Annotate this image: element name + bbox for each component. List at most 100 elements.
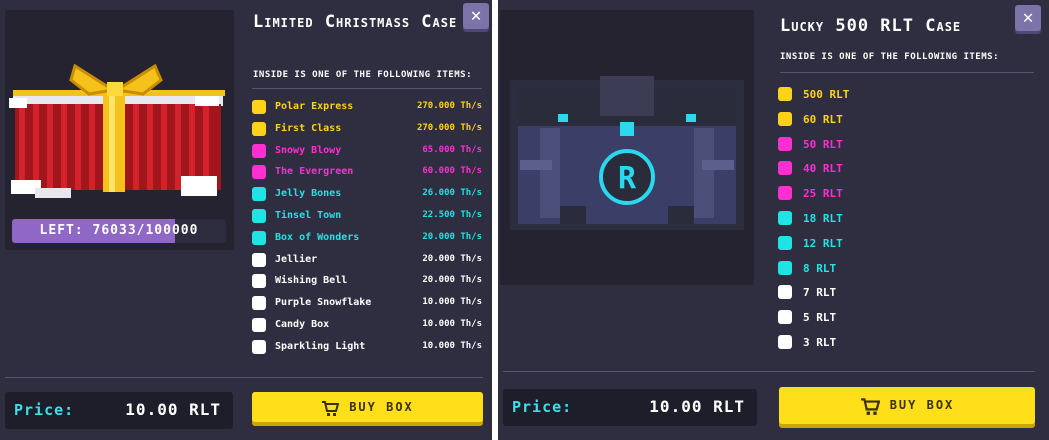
case-card-christmas: ✕ LEFT: 76033/100000 Limited Christmass … [0,0,492,440]
item-power: 270.000 Th/s [416,101,482,111]
rarity-color-swatch [778,87,792,101]
buy-box-button[interactable]: BUY BOX [779,387,1035,424]
list-item: Box of Wonders 20.000 Th/s [252,229,484,251]
divider [252,88,482,89]
rarity-color-swatch [252,252,266,267]
list-item: Snowy Blowy 65.000 Th/s [252,142,484,164]
gift-box-icon [9,63,225,198]
rarity-color-swatch [252,296,266,311]
rarity-color-swatch [778,285,792,300]
list-item: Polar Express 270.000 Th/s [252,98,484,120]
item-name: First Class [275,122,342,134]
rarity-color-swatch [778,334,792,349]
rarity-color-swatch [252,100,266,114]
list-item: Sparkling Light 10.000 Th/s [252,338,484,360]
price-label: Price: [512,398,573,416]
price-box: Price: 10.00 RLT [5,392,233,429]
list-item: 18 RLT [778,209,898,234]
rarity-color-swatch [778,186,792,201]
list-item: 60 RLT [778,110,898,135]
list-item: 5 RLT [778,308,898,333]
item-name: 25 RLT [803,187,843,201]
list-item: First Class 270.000 Th/s [252,120,484,142]
item-name: 7 RLT [803,286,837,300]
rarity-color-swatch [778,161,792,176]
stock-label: LEFT: 76033/100000 [39,223,199,238]
item-power: 10.000 Th/s [422,318,482,329]
case-subtitle: Inside is one of the following items: [780,52,999,62]
price-label: Price: [14,401,75,419]
item-name: 500 RLT [803,88,850,101]
list-item: 3 RLT [778,333,898,358]
item-power: 10.000 Th/s [422,297,482,308]
list-item: 8 RLT [778,259,898,284]
cart-icon [322,400,340,416]
cart-icon [860,397,880,415]
rarity-color-swatch [252,121,266,136]
item-name: 50 RLT [803,137,843,151]
case-subtitle: Inside is one of the following items: [253,70,472,80]
buy-box-label: BUY BOX [349,400,414,414]
item-name: 5 RLT [803,311,837,325]
list-item: 12 RLT [778,234,898,259]
divider [503,371,1035,372]
item-name: Polar Express [275,101,354,112]
list-item: 40 RLT [778,159,898,184]
item-name: 40 RLT [803,162,843,176]
item-name: Tinsel Town [275,209,342,221]
price-value: 10.00 RLT [125,400,221,419]
item-power: 10.000 Th/s [422,340,482,351]
item-power: 20.000 Th/s [422,275,482,286]
buy-box-label: BUY BOX [889,398,955,412]
item-power: 20.000 Th/s [422,231,482,242]
rarity-color-swatch [778,235,792,250]
list-item: Jelly Bones 26.000 Th/s [252,185,484,207]
item-power: 65.000 Th/s [422,144,482,155]
item-name: Box of Wonders [275,231,360,243]
rarity-color-swatch [778,310,792,325]
item-name: Wishing Bell [275,275,348,287]
buy-box-button[interactable]: BUY BOX [252,392,483,422]
case-image [5,10,234,250]
rarity-color-swatch [252,317,266,332]
case-card-lucky-500: ✕ R Lucky 500 RLT Case Inside is one of … [498,0,1049,440]
price-value: 10.00 RLT [649,397,745,416]
item-power: 22.500 Th/s [422,209,482,220]
price-box: Price: 10.00 RLT [503,389,757,426]
list-item: 25 RLT [778,184,898,209]
svg-text:R: R [618,161,637,196]
item-power: 20.000 Th/s [422,253,482,264]
item-name: Jellier [275,253,318,265]
close-icon: ✕ [1022,7,1034,28]
rarity-color-swatch [252,230,266,245]
list-item: 7 RLT [778,283,898,308]
divider [5,377,483,378]
list-item: Tinsel Town 22.500 Th/s [252,207,484,229]
rarity-color-swatch [252,187,266,202]
case-title: Lucky 500 RLT Case [780,16,962,36]
item-list: 500 RLT 60 RLT 50 RLT 40 RLT 25 RLT 18 RLT 12 … [778,85,898,358]
rarity-color-swatch [252,165,266,180]
rarity-color-swatch [778,111,792,126]
list-item: Purple Snowflake 10.000 Th/s [252,294,484,316]
list-item: The Evergreen 60.000 Th/s [252,163,484,185]
item-name: 12 RLT [803,236,843,250]
rarity-color-swatch [778,260,792,275]
rarity-color-swatch [252,143,266,158]
rarity-color-swatch [252,274,266,289]
item-name: 3 RLT [803,335,837,349]
list-item: Candy Box 10.000 Th/s [252,316,484,338]
rarity-color-swatch [252,208,266,223]
list-item: Jellier 20.000 Th/s [252,251,484,273]
rarity-color-swatch [778,136,792,151]
item-power: 26.000 Th/s [422,188,482,199]
item-name: Purple Snowflake [275,297,372,309]
item-name: Jelly Bones [275,188,342,200]
case-image: R [500,10,754,285]
stock-progress: LEFT: 76033/100000 [12,219,226,243]
item-name: 18 RLT [803,211,843,225]
item-name: The Evergreen [275,166,354,178]
item-name: Candy Box [275,318,330,330]
item-name: Sparkling Light [275,340,366,352]
rarity-color-swatch [252,339,266,354]
